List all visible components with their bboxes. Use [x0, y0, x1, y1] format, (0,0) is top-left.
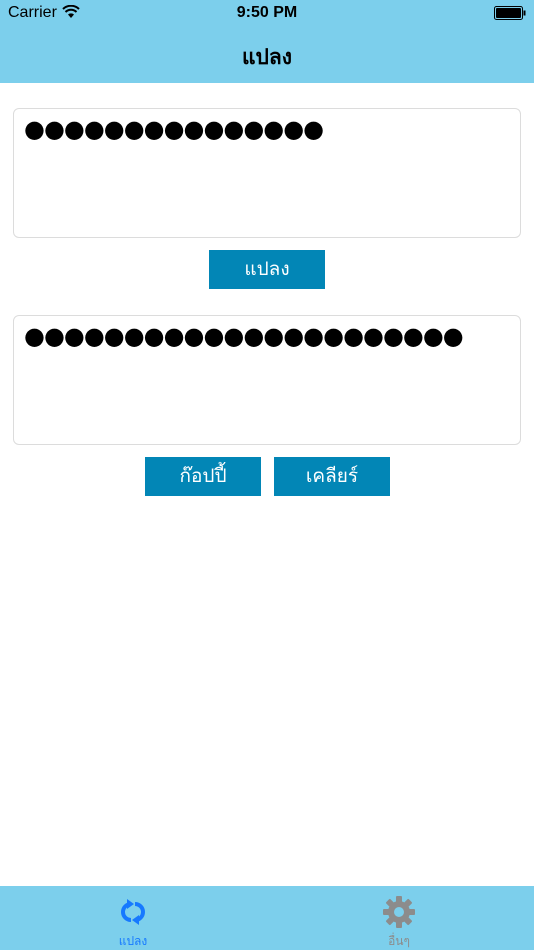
tab-convert[interactable]: แปลง [58, 886, 208, 950]
tab-other-label: อื่นๆ [388, 934, 410, 948]
page-title: แปลง [242, 45, 292, 69]
output-text-value: ●●●●●●●●●●●●●●●●●●●●●● [24, 324, 464, 348]
convert-arrows-icon [121, 899, 145, 925]
copy-button[interactable]: ก๊อปปี้ [145, 457, 261, 496]
tab-other[interactable]: อื่นๆ [324, 886, 474, 950]
clear-button[interactable]: เคลียร์ [274, 457, 390, 496]
output-text-area[interactable]: ●●●●●●●●●●●●●●●●●●●●●● [13, 315, 521, 445]
gear-icon [383, 896, 415, 928]
input-text-value: ●●●●●●●●●●●●●●● [24, 117, 324, 141]
tab-bar: แปลง อื่นๆ [0, 886, 534, 950]
tab-convert-label: แปลง [118, 934, 148, 948]
status-time: 9:50 PM [236, 4, 298, 21]
input-text-area[interactable]: ●●●●●●●●●●●●●●● [13, 108, 521, 238]
convert-button[interactable]: แปลง [209, 250, 325, 289]
navigation-bar: แปลง [0, 28, 534, 83]
battery-icon [494, 6, 526, 20]
status-bar: Carrier 9:50 PM [0, 0, 534, 28]
